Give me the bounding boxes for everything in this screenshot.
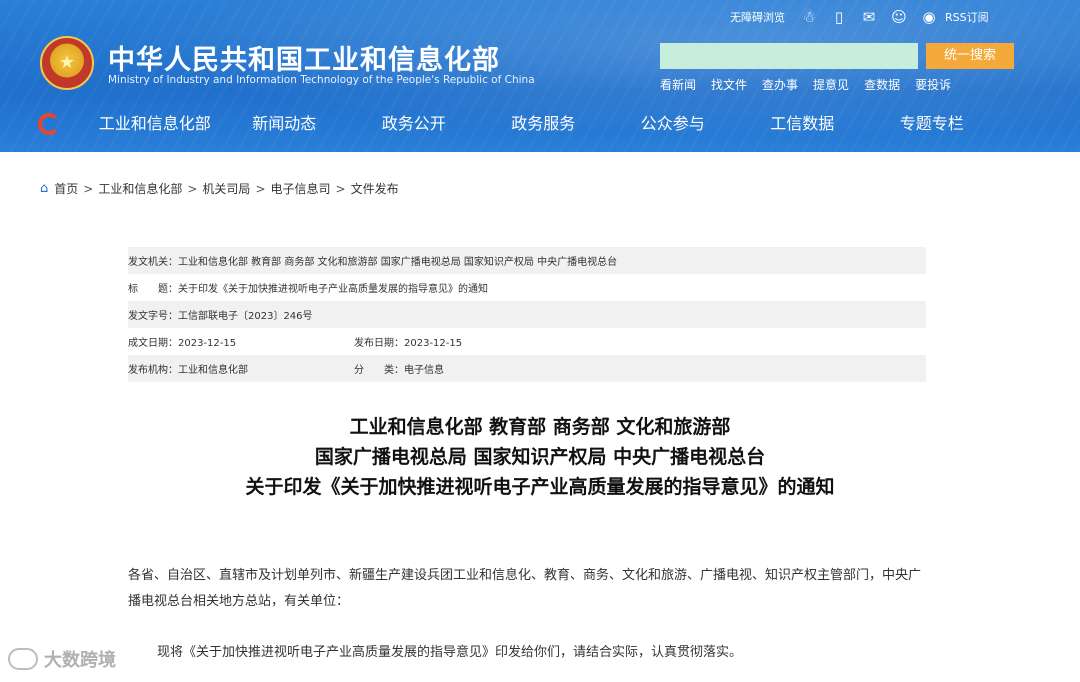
meta-dates: 成文日期：2023-12-15 发布日期：2023-12-15 (128, 328, 926, 355)
quick-link-complaint[interactable]: 要投诉 (915, 76, 951, 93)
breadcrumb-separator: > (187, 181, 198, 196)
quick-links: 看新闻 找文件 查办事 提意见 查数据 要投诉 (660, 76, 966, 93)
breadcrumb: ⌂ 首页 > 工业和信息化部 > 机关司局 > 电子信息司 > 文件发布 (40, 180, 399, 197)
quick-link-news[interactable]: 看新闻 (660, 76, 696, 93)
search-button[interactable]: 统一搜索 (926, 43, 1014, 69)
nav-item-gov-info[interactable]: 政务公开 (349, 112, 479, 136)
nav-item-news[interactable]: 新闻动态 (220, 112, 350, 136)
breadcrumb-electronics-dept[interactable]: 电子信息司 (271, 180, 331, 197)
site-title: 中华人民共和国工业和信息化部 (108, 45, 500, 76)
meta-doc-number-text: 发文字号：工信部联电子〔2023〕246号 (128, 311, 313, 322)
document-addressees: 各省、自治区、直辖市及计划单列市、新疆生产建设兵团工业和信息化、教育、商务、文化… (128, 568, 922, 609)
breadcrumb-separator: > (335, 181, 346, 196)
weibo-icon[interactable]: ◉ (919, 8, 939, 26)
mobile-icon[interactable]: ▯ (829, 8, 849, 26)
meta-title: 标 题：关于印发《关于加快推进视听电子产业高质量发展的指导意见》的通知 (128, 274, 926, 301)
meta-created-date: 成文日期：2023-12-15 (128, 338, 237, 349)
meta-agency: 发布机构：工业和信息化部 (128, 365, 248, 376)
meta-title-text: 标 题：关于印发《关于加快推进视听电子产业高质量发展的指导意见》的通知 (128, 284, 488, 295)
quick-link-files[interactable]: 找文件 (711, 76, 747, 93)
breadcrumb-separator: > (255, 181, 266, 196)
meta-issuer-text: 发文机关：工业和信息化部 教育部 商务部 文化和旅游部 国家广播电视总局 国家知… (128, 257, 618, 268)
document-title-line: 国家广播电视总局 国家知识产权局 中央广播电视总台 (314, 446, 766, 468)
breadcrumb-separator: > (83, 181, 94, 196)
home-icon[interactable]: ⌂ (40, 181, 48, 196)
document-metadata: 发文机关：工业和信息化部 教育部 商务部 文化和旅游部 国家广播电视总局 国家知… (128, 247, 926, 382)
document-title-line: 工业和信息化部 教育部 商务部 文化和旅游部 (349, 416, 731, 438)
accessibility-link[interactable]: 无障碍浏览 (730, 9, 785, 25)
breadcrumb-departments[interactable]: 机关司局 (202, 180, 250, 197)
main-nav: 工业和信息化部 新闻动态 政务公开 政务服务 公众参与 工信数据 专题专栏 (90, 112, 997, 136)
robot-icon[interactable]: ☃ (799, 8, 819, 26)
meta-doc-number: 发文字号：工信部联电子〔2023〕246号 (128, 301, 926, 328)
watermark: 大数跨境 (8, 646, 116, 672)
document-title-line: 关于印发《关于加快推进视听电子产业高质量发展的指导意见》的通知 (245, 476, 835, 498)
quick-link-data[interactable]: 查数据 (864, 76, 900, 93)
mail-icon[interactable]: ✉ (859, 8, 879, 26)
wechat-icon[interactable]: ☺ (889, 8, 909, 26)
top-links: 无障碍浏览 ☃ ▯ ✉ ☺ ◉ RSS订阅 (730, 8, 989, 26)
nav-logo-icon[interactable] (38, 113, 60, 135)
quick-link-feedback[interactable]: 提意见 (813, 76, 849, 93)
site-subtitle: Ministry of Industry and Information Tec… (108, 74, 535, 86)
watermark-logo-icon (8, 648, 38, 670)
document-body-paragraph: 现将《关于加快推进视听电子产业高质量发展的指导意见》印发给你们，请结合实际，认真… (157, 645, 743, 660)
document-title: 工业和信息化部 教育部 商务部 文化和旅游部 国家广播电视总局 国家知识产权局 … (0, 412, 1080, 502)
search-input[interactable] (660, 43, 918, 69)
nav-item-topics[interactable]: 专题专栏 (867, 112, 997, 136)
meta-agency-category: 发布机构：工业和信息化部 分 类：电子信息 (128, 355, 926, 382)
nav-item-data[interactable]: 工信数据 (738, 112, 868, 136)
meta-published-date: 发布日期：2023-12-15 (354, 338, 463, 349)
breadcrumb-ministry[interactable]: 工业和信息化部 (98, 180, 182, 197)
breadcrumb-home[interactable]: 首页 (54, 180, 78, 197)
national-emblem-icon: ★ (40, 36, 94, 90)
rss-link[interactable]: RSS订阅 (945, 9, 989, 25)
search-box (660, 43, 918, 69)
nav-item-ministry[interactable]: 工业和信息化部 (90, 112, 220, 136)
nav-item-participation[interactable]: 公众参与 (608, 112, 738, 136)
meta-category: 分 类：电子信息 (354, 365, 444, 376)
watermark-text: 大数跨境 (44, 650, 116, 671)
meta-issuer: 发文机关：工业和信息化部 教育部 商务部 文化和旅游部 国家广播电视总局 国家知… (128, 247, 926, 274)
breadcrumb-file-release[interactable]: 文件发布 (351, 180, 399, 197)
nav-item-gov-services[interactable]: 政务服务 (479, 112, 609, 136)
site-header: ★ 中华人民共和国工业和信息化部 Ministry of Industry an… (0, 0, 1080, 152)
quick-link-services[interactable]: 查办事 (762, 76, 798, 93)
